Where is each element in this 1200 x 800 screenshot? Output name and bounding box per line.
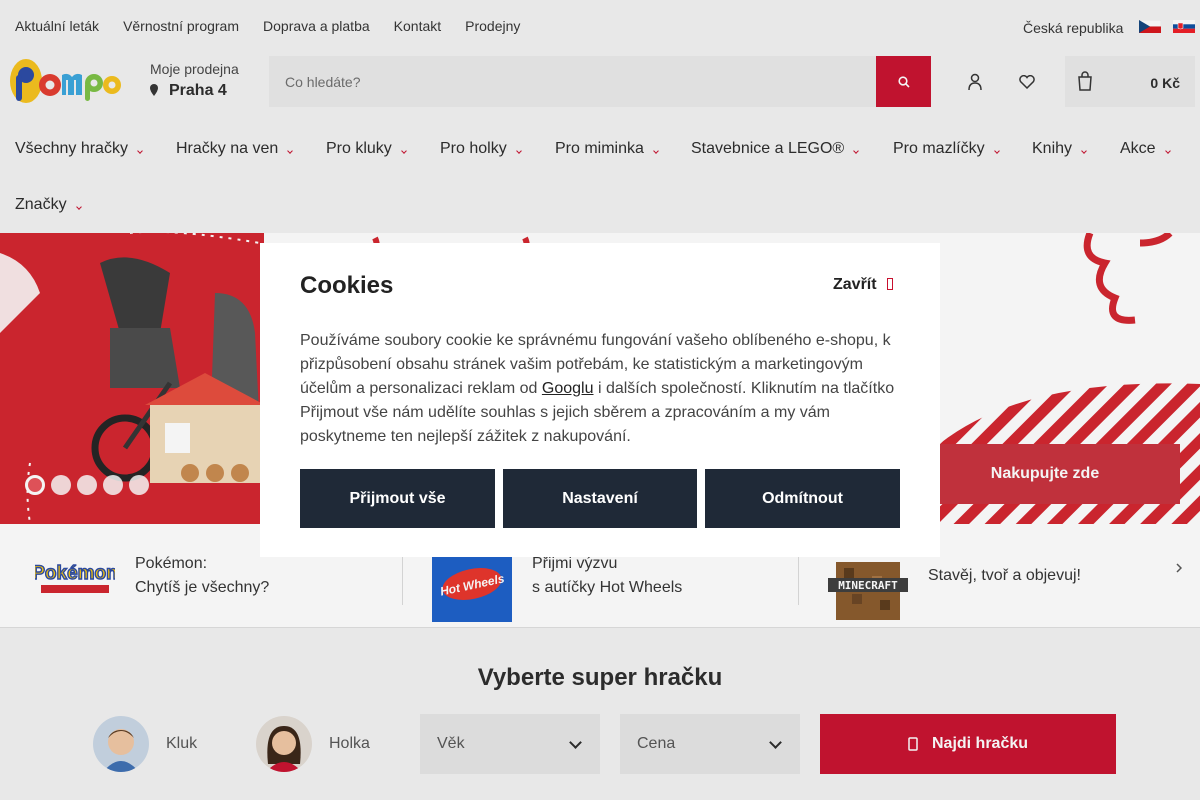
close-label: Zavřít (833, 276, 877, 293)
reject-button[interactable]: Odmítnout (705, 469, 900, 528)
accept-all-button[interactable]: Přijmout vše (300, 469, 495, 528)
google-link[interactable]: Googlu (542, 380, 594, 397)
cookie-dialog-text: Používáme soubory cookie ke správnému fu… (300, 329, 910, 449)
close-button[interactable]: Zavřít (833, 276, 893, 294)
settings-button[interactable]: Nastavení (503, 469, 697, 528)
cookie-dialog: Cookies Zavřít Používáme soubory cookie … (260, 243, 940, 557)
close-icon (886, 277, 893, 293)
cookie-dialog-title: Cookies (300, 272, 394, 299)
